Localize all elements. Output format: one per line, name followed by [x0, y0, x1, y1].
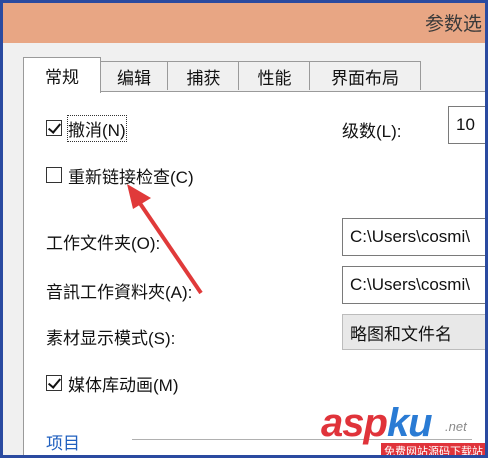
preferences-dialog: 参数选 常规 编辑 捕获 性能 界面布局 撤消(N) 级数(L): 10 重新链…: [0, 0, 488, 458]
arrow-shaft: [135, 197, 203, 295]
watermark-logo: aspku: [321, 401, 433, 446]
tab-general[interactable]: 常规: [23, 57, 101, 93]
arrow-head: [127, 184, 151, 209]
watermark-subtitle: 免费网站源码下载站: [381, 443, 485, 455]
watermark-text-a: asp: [321, 401, 388, 445]
watermark-net: .net: [445, 419, 467, 434]
watermark-text-b: ku: [386, 401, 433, 445]
